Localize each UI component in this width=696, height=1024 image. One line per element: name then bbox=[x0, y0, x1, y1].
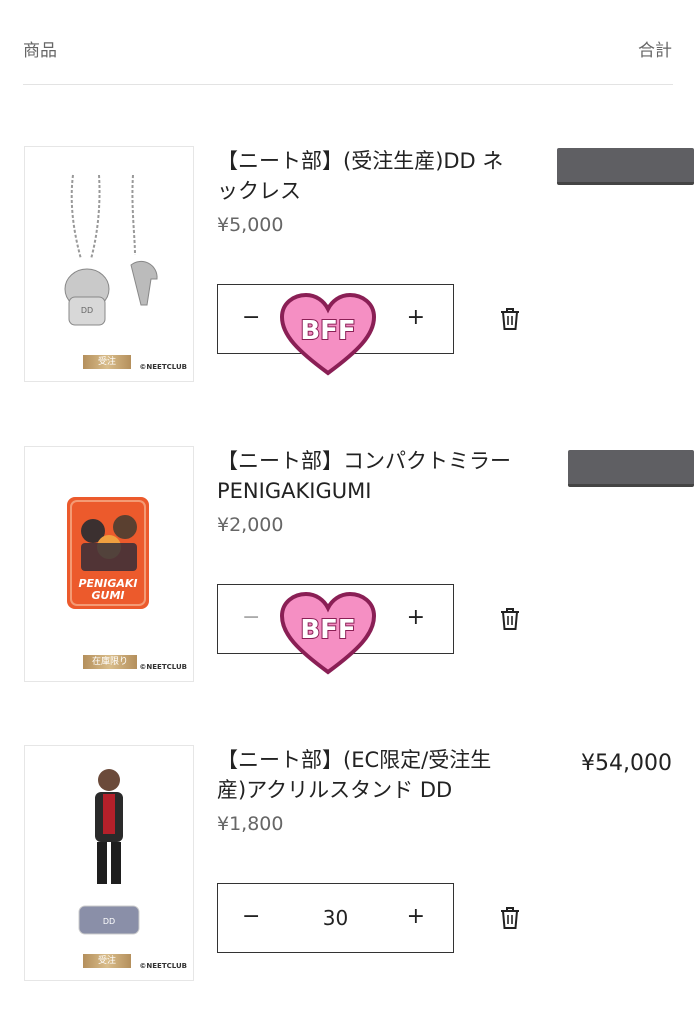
necklace-illustration: DD bbox=[64, 174, 158, 326]
product-image-mirror[interactable]: PENIGAKI GUMI 在庫限り ©NEETCLUB bbox=[24, 446, 194, 682]
trash-icon[interactable] bbox=[498, 606, 522, 632]
product-price: ¥2,000 bbox=[217, 514, 284, 536]
mirror-illustration: PENIGAKI GUMI bbox=[67, 497, 149, 609]
product-image-acrylic-stand[interactable]: DD 受注 ©NEETCLUB bbox=[24, 745, 194, 981]
bff-heart-sticker: BFF bbox=[279, 591, 377, 675]
product-title[interactable]: 【ニート部】コンパクトミラー PENIGAKIGUMI bbox=[217, 446, 517, 506]
brand-logo: ©NEETCLUB bbox=[139, 663, 187, 671]
trash-icon[interactable] bbox=[498, 306, 522, 332]
total-column-label: 合計 bbox=[638, 41, 672, 61]
cart-item-acrylic-stand: DD 受注 ©NEETCLUB 【ニート部】(EC限定/受注生産)アクリルスタン… bbox=[0, 745, 696, 985]
stand-label: DD bbox=[103, 917, 115, 926]
product-price: ¥1,800 bbox=[217, 813, 284, 835]
product-title[interactable]: 【ニート部】(受注生産)DD ネックレス bbox=[217, 146, 517, 206]
decrease-quantity-button[interactable]: − bbox=[242, 305, 260, 330]
bff-heart-sticker: BFF bbox=[279, 292, 377, 376]
preorder-badge: 受注 bbox=[83, 355, 131, 369]
header-divider bbox=[23, 84, 673, 85]
product-column-label: 商品 bbox=[23, 41, 57, 61]
brand-logo: ©NEETCLUB bbox=[139, 363, 187, 371]
quantity-stepper: − 30 + bbox=[217, 883, 454, 953]
decrease-quantity-button[interactable]: − bbox=[242, 605, 260, 630]
increase-quantity-button[interactable]: + bbox=[407, 605, 425, 630]
sticker-text: BFF bbox=[300, 615, 355, 645]
cart-item-mirror: PENIGAKI GUMI 在庫限り ©NEETCLUB 【ニート部】コンパクト… bbox=[0, 446, 696, 686]
sticker-text: BFF bbox=[300, 316, 355, 346]
trash-icon[interactable] bbox=[498, 905, 522, 931]
redacted-total bbox=[557, 148, 694, 185]
acrylic-stand-illustration: DD bbox=[78, 769, 140, 935]
limited-stock-badge: 在庫限り bbox=[83, 655, 137, 669]
redacted-total bbox=[568, 450, 694, 487]
product-title[interactable]: 【ニート部】(EC限定/受注生産)アクリルスタンド DD bbox=[217, 745, 517, 805]
cart-item-necklace: DD 受注 ©NEETCLUB 【ニート部】(受注生産)DD ネックレス ¥5,… bbox=[0, 146, 696, 386]
mirror-text-2: GUMI bbox=[92, 589, 125, 602]
increase-quantity-button[interactable]: + bbox=[407, 904, 425, 929]
increase-quantity-button[interactable]: + bbox=[407, 305, 425, 330]
line-total: ¥54,000 bbox=[581, 751, 672, 776]
product-price: ¥5,000 bbox=[217, 214, 284, 236]
cart-header: 商品 合計 bbox=[0, 0, 696, 86]
pendant-label: DD bbox=[81, 306, 93, 315]
preorder-badge: 受注 bbox=[83, 954, 131, 968]
brand-logo: ©NEETCLUB bbox=[139, 962, 187, 970]
product-image-necklace[interactable]: DD 受注 ©NEETCLUB bbox=[24, 146, 194, 382]
